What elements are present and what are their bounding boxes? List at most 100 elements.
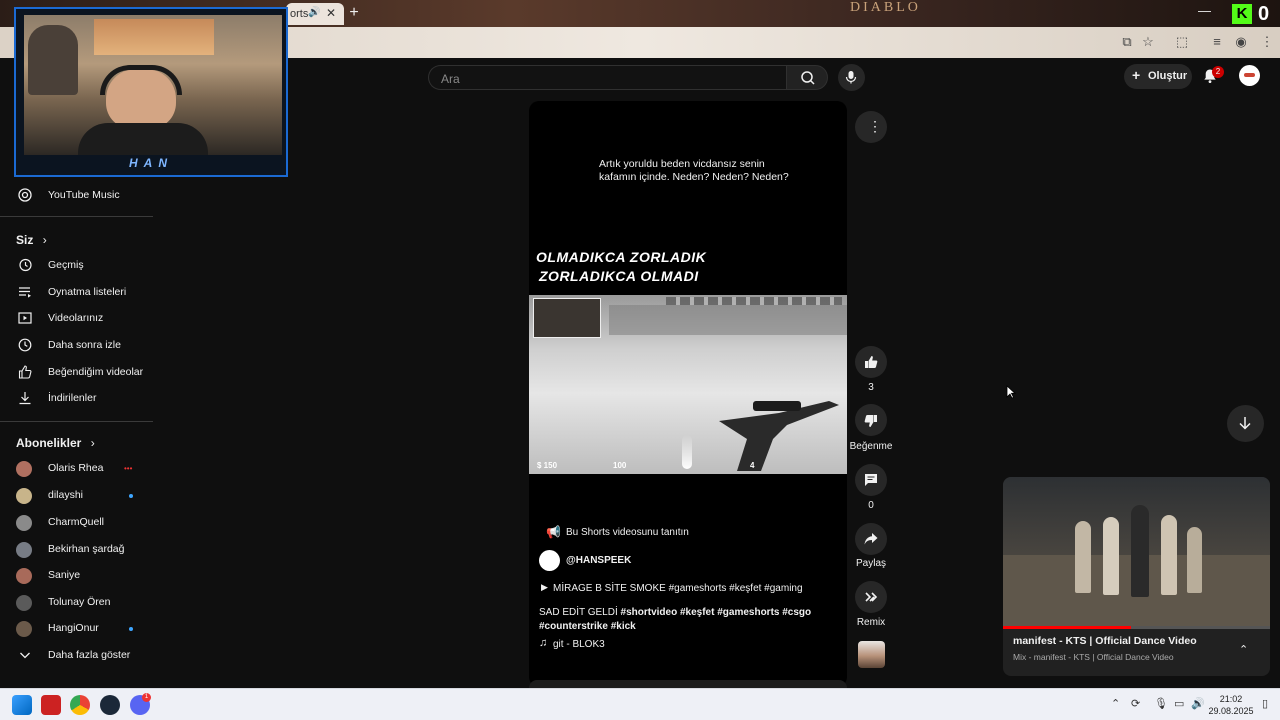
like-button[interactable] bbox=[855, 346, 887, 378]
volume-icon[interactable]: 🔊 bbox=[1191, 697, 1205, 710]
account-avatar[interactable] bbox=[1239, 65, 1260, 86]
tab-close-icon[interactable]: ✕ bbox=[326, 6, 336, 20]
share-button[interactable] bbox=[855, 523, 887, 555]
subscription-name: CharmQuell bbox=[48, 516, 105, 528]
chevron-right-icon: › bbox=[42, 233, 47, 247]
network-icon[interactable]: ▭ bbox=[1174, 697, 1184, 710]
overlay-text-line-1: OLMADIKCA ZORLADIK bbox=[536, 249, 707, 265]
mouse-cursor-icon bbox=[1006, 385, 1016, 399]
chrome-icon[interactable] bbox=[70, 695, 90, 715]
cast-icon[interactable]: ⧉ bbox=[1118, 33, 1136, 51]
next-short-peek[interactable] bbox=[529, 680, 847, 688]
subscription-name: Saniye bbox=[48, 569, 81, 581]
reading-list-icon[interactable]: ≡ bbox=[1208, 33, 1226, 51]
subscription-name: Bekirhan şardağ bbox=[48, 543, 125, 555]
expand-miniplayer-icon[interactable]: ⌃ bbox=[1239, 643, 1248, 656]
tray-chevron-icon[interactable]: ⌃ bbox=[1111, 697, 1120, 710]
sync-icon[interactable]: ⟳ bbox=[1131, 697, 1140, 710]
remix-button[interactable] bbox=[855, 581, 887, 613]
channel-avatar[interactable] bbox=[539, 550, 560, 571]
miniplayer-video[interactable] bbox=[1003, 477, 1270, 627]
channel-name[interactable]: @HANSPEEK bbox=[566, 555, 631, 566]
webcam-name: HAN bbox=[129, 156, 173, 170]
sidebar-item-history[interactable]: Geçmiş bbox=[0, 253, 153, 279]
you-heading-label: Siz bbox=[16, 233, 34, 247]
short-title[interactable]: MİRAGE B SİTE SMOKE #gameshorts #keşfet … bbox=[553, 583, 803, 594]
sidebar-item-your-videos[interactable]: Videolarınız bbox=[0, 306, 153, 332]
tab-audio-icon[interactable]: 🔊 bbox=[308, 7, 320, 18]
dancer bbox=[1161, 515, 1177, 595]
promote-icon: 📢 bbox=[546, 525, 561, 539]
shelf bbox=[94, 19, 214, 55]
subscription-item[interactable]: Olaris Rhea ••• bbox=[0, 456, 153, 482]
channel-avatar bbox=[16, 621, 32, 637]
sidebar-item-watch-later[interactable]: Daha sonra izle bbox=[0, 333, 153, 359]
shorts-player[interactable]: Artık yoruldu beden vicdansız senin kafa… bbox=[529, 101, 847, 687]
miniplayer[interactable]: manifest - KTS | Official Dance Video Mi… bbox=[1003, 477, 1270, 676]
sidebar-item-label: İndirilenler bbox=[48, 392, 97, 404]
thumbs-down-icon bbox=[864, 415, 877, 427]
browser-menu-icon[interactable]: ⋮ bbox=[1258, 33, 1276, 51]
short-sound[interactable]: git - BLOK3 bbox=[553, 639, 605, 650]
profile-icon[interactable]: ◉ bbox=[1232, 33, 1250, 51]
windows-start-icon[interactable] bbox=[12, 695, 32, 715]
smoke-puff bbox=[682, 435, 692, 469]
taskbar-clock[interactable]: 21:02 29.08.2025 bbox=[1206, 693, 1256, 717]
steam-icon[interactable] bbox=[100, 695, 120, 715]
notifications-tray-icon[interactable]: ▯ bbox=[1262, 697, 1268, 710]
sidebar-item-downloads[interactable]: İndirilenler bbox=[0, 386, 153, 412]
sidebar-item-liked-videos[interactable]: Beğendiğim videolar bbox=[0, 360, 153, 386]
bookmark-star-icon[interactable]: ☆ bbox=[1139, 33, 1157, 51]
share-icon bbox=[864, 533, 878, 545]
thumbs-up-icon bbox=[18, 365, 32, 379]
active-tab[interactable]: orts 🔊 ✕ bbox=[286, 3, 344, 25]
hud-ammo: 4 bbox=[750, 461, 755, 470]
promote-short-link[interactable]: Bu Shorts videosunu tanıtın bbox=[566, 527, 689, 538]
media-app-icon[interactable] bbox=[41, 695, 61, 715]
subscription-item[interactable]: Bekirhan şardağ bbox=[0, 537, 153, 563]
live-indicator-icon: ••• bbox=[124, 464, 133, 473]
sidebar-item-label: Beğendiğim videolar bbox=[48, 366, 144, 378]
new-tab-button[interactable]: + bbox=[344, 4, 364, 24]
extensions-icon[interactable]: ⬚ bbox=[1173, 33, 1191, 51]
subscription-item[interactable]: Saniye bbox=[0, 563, 153, 589]
share-label: Paylaş bbox=[855, 558, 886, 569]
subscription-name: HangiOnur bbox=[48, 622, 99, 634]
voice-search-button[interactable] bbox=[838, 64, 865, 91]
create-button[interactable]: + Oluştur bbox=[1124, 64, 1192, 89]
subscription-item[interactable]: dilayshi bbox=[0, 483, 153, 509]
new-content-dot bbox=[129, 494, 133, 498]
streamer-facecam bbox=[533, 298, 601, 338]
subscription-name: Tolunay Ören bbox=[48, 596, 111, 608]
subscriptions-heading-label: Abonelikler bbox=[16, 436, 82, 450]
comments-button[interactable] bbox=[855, 464, 887, 496]
sidebar-item-label: Geçmiş bbox=[48, 259, 84, 271]
dislike-label: Beğenme bbox=[849, 441, 893, 452]
dancer bbox=[1075, 521, 1091, 593]
next-short-button[interactable] bbox=[1227, 405, 1264, 442]
sidebar-subscriptions-heading[interactable]: Abonelikler › bbox=[16, 436, 95, 450]
thumbs-up-icon bbox=[865, 356, 878, 368]
wall-silhouette bbox=[609, 305, 847, 335]
microphone-tray-icon[interactable]: 🎙 bbox=[1154, 697, 1168, 710]
search-input[interactable]: Ara bbox=[428, 65, 786, 90]
sidebar-show-more[interactable]: Daha fazla göster bbox=[0, 643, 153, 669]
minimize-icon[interactable]: — bbox=[1198, 3, 1211, 18]
sound-thumbnail[interactable] bbox=[858, 641, 885, 668]
sidebar-item-playlists[interactable]: Oynatma listeleri bbox=[0, 280, 153, 306]
sidebar-item-youtube-music[interactable]: YouTube Music bbox=[0, 183, 153, 209]
miniplayer-title[interactable]: manifest - KTS | Official Dance Video bbox=[1013, 635, 1197, 647]
subscription-item[interactable]: HangiOnur bbox=[0, 616, 153, 642]
more-options-button[interactable]: ⋮ bbox=[855, 111, 887, 143]
search-button[interactable] bbox=[786, 65, 828, 90]
subscription-item[interactable]: CharmQuell bbox=[0, 510, 153, 536]
sidebar-item-label: YouTube Music bbox=[48, 189, 120, 201]
miniplayer-progress[interactable] bbox=[1003, 626, 1270, 629]
clock-icon bbox=[18, 338, 32, 352]
subscription-item[interactable]: Tolunay Ören bbox=[0, 590, 153, 616]
dislike-button[interactable] bbox=[855, 404, 887, 436]
notification-count-badge: 2 bbox=[1212, 66, 1224, 78]
expand-title-icon[interactable]: ▶ bbox=[541, 582, 548, 593]
sidebar-you-heading[interactable]: Siz › bbox=[16, 233, 47, 247]
channel-avatar bbox=[16, 595, 32, 611]
